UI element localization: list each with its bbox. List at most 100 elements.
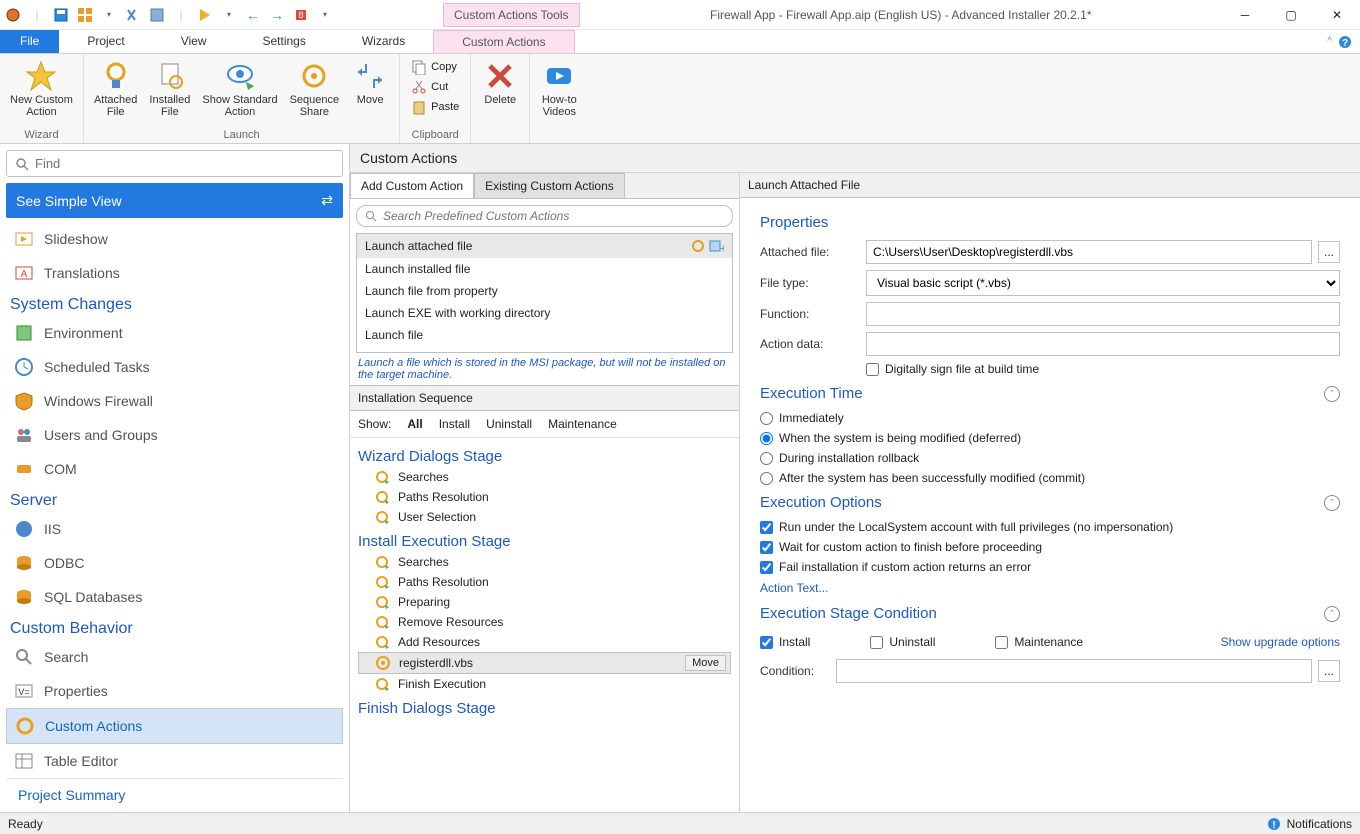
ca-search-input[interactable]	[383, 209, 724, 223]
find-input[interactable]	[35, 156, 334, 171]
save-icon[interactable]	[52, 6, 70, 24]
new-custom-action-button[interactable]: New Custom Action	[4, 56, 79, 127]
dd-icon[interactable]: ▾	[220, 6, 238, 24]
check-uninstall[interactable]	[870, 636, 883, 649]
seq-finish-execution[interactable]: Finish Execution	[358, 674, 731, 694]
close-button[interactable]: ✕	[1314, 0, 1360, 30]
build-icon[interactable]	[196, 6, 214, 24]
radio-commit[interactable]	[760, 472, 773, 485]
nav-slideshow[interactable]: Slideshow	[6, 222, 343, 256]
filter-all[interactable]: All	[407, 417, 422, 431]
move-badge[interactable]: Move	[685, 655, 726, 671]
ca-launch-file[interactable]: Launch file	[357, 324, 732, 346]
find-box[interactable]	[6, 150, 343, 177]
filter-install[interactable]: Install	[439, 417, 470, 431]
project-summary-link[interactable]: Project Summary	[6, 778, 343, 811]
nav-sql[interactable]: SQL Databases	[6, 580, 343, 614]
action-text-link[interactable]: Action Text...	[760, 577, 1340, 599]
delete-button[interactable]: Delete	[475, 56, 525, 139]
nav-custom-actions[interactable]: Custom Actions	[6, 708, 343, 744]
input-action-data[interactable]	[866, 332, 1340, 356]
tab-custom-actions[interactable]: Custom Actions	[433, 30, 574, 53]
radio-rollback[interactable]	[760, 452, 773, 465]
nav-windows-firewall[interactable]: Windows Firewall	[6, 384, 343, 418]
seq-searches-1[interactable]: Searches	[358, 467, 731, 487]
ca-launch-attached-file[interactable]: Launch attached file+	[357, 234, 732, 258]
help-icon[interactable]: ?	[1338, 35, 1352, 49]
tab-view[interactable]: View	[153, 30, 235, 53]
seq-paths-1[interactable]: Paths Resolution	[358, 487, 731, 507]
seq-registerdll[interactable]: registerdll.vbs Move	[358, 652, 731, 674]
input-condition[interactable]	[836, 659, 1312, 683]
notifications-link[interactable]: Notifications	[1287, 817, 1352, 831]
ca-launch-installed-file[interactable]: Launch installed file	[357, 258, 732, 280]
tab-existing-custom-actions[interactable]: Existing Custom Actions	[474, 173, 625, 198]
paste-button[interactable]: Paste	[408, 98, 462, 116]
back-icon[interactable]: ←	[244, 6, 262, 24]
seq-paths-2[interactable]: Paths Resolution	[358, 572, 731, 592]
maximize-button[interactable]: ▢	[1268, 0, 1314, 30]
filter-uninstall[interactable]: Uninstall	[486, 417, 532, 431]
tab-settings[interactable]: Settings	[235, 30, 334, 53]
dropdown-icon[interactable]: ▾	[100, 6, 118, 24]
nav-table-editor[interactable]: Table Editor	[6, 744, 343, 778]
check-localsystem[interactable]	[760, 521, 773, 534]
select-file-type[interactable]: Visual basic script (*.vbs)	[866, 270, 1340, 296]
add-seq-icon[interactable]: +	[708, 238, 724, 254]
collapse-icon[interactable]: ˆ	[1324, 495, 1340, 511]
seq-add-resources[interactable]: Add Resources	[358, 632, 731, 652]
attached-file-button[interactable]: Attached File	[88, 56, 143, 127]
tab-add-custom-action[interactable]: Add Custom Action	[350, 173, 474, 198]
input-function[interactable]	[866, 302, 1340, 326]
nav-com[interactable]: COM	[6, 452, 343, 486]
show-upgrade-link[interactable]: Show upgrade options	[1221, 631, 1340, 653]
tab-project[interactable]: Project	[59, 30, 152, 53]
nav-users-groups[interactable]: Users and Groups	[6, 418, 343, 452]
ca-search-box[interactable]	[356, 205, 733, 227]
radio-deferred[interactable]	[760, 432, 773, 445]
check-install[interactable]	[760, 636, 773, 649]
nav-translations[interactable]: ATranslations	[6, 256, 343, 290]
seq-preparing[interactable]: Preparing	[358, 592, 731, 612]
ca-net-installer[interactable]: .NET Installer Class action	[357, 346, 732, 353]
cut-button[interactable]: Cut	[408, 78, 462, 96]
tab-wizards[interactable]: Wizards	[334, 30, 433, 53]
cut-icon[interactable]	[124, 6, 142, 24]
nav-odbc[interactable]: ODBC	[6, 546, 343, 580]
check-maintenance[interactable]	[995, 636, 1008, 649]
forward-icon[interactable]: →	[268, 6, 286, 24]
browse-condition[interactable]: ...	[1318, 660, 1340, 682]
ca-launch-file-property[interactable]: Launch file from property	[357, 280, 732, 302]
collapse-ribbon-icon[interactable]: ^	[1327, 36, 1332, 47]
filter-maintenance[interactable]: Maintenance	[548, 417, 617, 431]
howto-videos-button[interactable]: How-to Videos	[534, 56, 584, 139]
nav-iis[interactable]: IIS	[6, 512, 343, 546]
minimize-button[interactable]: ─	[1222, 0, 1268, 30]
radio-immediately[interactable]	[760, 412, 773, 425]
seq-user-selection[interactable]: User Selection	[358, 507, 731, 527]
qat-dd-icon[interactable]: ▾	[316, 6, 334, 24]
nav-scheduled-tasks[interactable]: Scheduled Tasks	[6, 350, 343, 384]
views-icon[interactable]	[76, 6, 94, 24]
notification-icon[interactable]: !	[1267, 817, 1281, 831]
save2-icon[interactable]	[148, 6, 166, 24]
notif-icon[interactable]: 8	[292, 6, 310, 24]
move-button[interactable]: Move	[345, 56, 395, 127]
copy-button[interactable]: Copy	[408, 58, 462, 76]
show-standard-action-button[interactable]: Show Standard Action	[196, 56, 283, 127]
nav-search[interactable]: Search	[6, 640, 343, 674]
custom-action-list[interactable]: Launch attached file+ Launch installed f…	[356, 233, 733, 353]
collapse-icon[interactable]: ˆ	[1324, 606, 1340, 622]
check-wait[interactable]	[760, 541, 773, 554]
ca-launch-exe-workdir[interactable]: Launch EXE with working directory	[357, 302, 732, 324]
nav-environment[interactable]: Environment	[6, 316, 343, 350]
nav-properties[interactable]: V=Properties	[6, 674, 343, 708]
check-fail[interactable]	[760, 561, 773, 574]
input-attached-file[interactable]	[866, 240, 1312, 264]
gear-icon[interactable]	[690, 238, 706, 254]
simple-view-button[interactable]: See Simple View ⇄	[6, 183, 343, 218]
collapse-icon[interactable]: ˆ	[1324, 386, 1340, 402]
seq-searches-2[interactable]: Searches	[358, 552, 731, 572]
tab-file[interactable]: File	[0, 30, 59, 53]
check-digitally-sign[interactable]	[866, 363, 879, 376]
